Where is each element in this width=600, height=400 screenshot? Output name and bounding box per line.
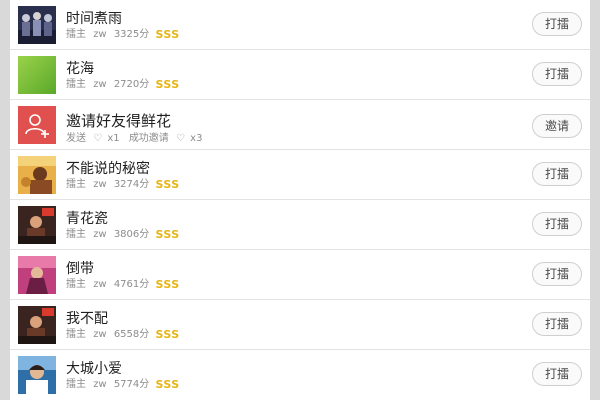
album-cover: [18, 206, 56, 244]
album-cover: [18, 356, 56, 394]
score: 3806分: [113, 229, 150, 240]
challenge-button[interactable]: 打擂: [532, 362, 582, 386]
invite-title: 邀请好友得鲜花: [66, 112, 172, 130]
challenge-button[interactable]: 打擂: [532, 12, 582, 36]
score: 4761分: [113, 279, 150, 290]
invite-button[interactable]: 邀请: [532, 114, 582, 138]
challenge-button[interactable]: 打擂: [532, 212, 582, 236]
score: 3274分: [113, 179, 150, 190]
list-item[interactable]: 花海 擂主 zw 2720分 SSS 打擂: [10, 50, 590, 100]
sent-label: 发送: [66, 133, 86, 144]
song-title: 时间煮雨: [66, 11, 122, 27]
owner-name: zw: [93, 79, 107, 90]
heart-icon: ♡: [176, 133, 185, 144]
invite-meta: 发送 ♡ x1 成功邀请 ♡ x3: [66, 133, 202, 146]
rank-badge: SSS: [155, 178, 180, 191]
invite-row[interactable]: 邀请好友得鲜花 发送 ♡ x1 成功邀请 ♡ x3 邀请: [10, 100, 590, 150]
rank-badge: SSS: [155, 78, 180, 91]
owner-name: zw: [93, 29, 107, 40]
invite-icon-tile: [18, 106, 56, 144]
owner-name: zw: [93, 329, 107, 340]
owner-label: 擂主: [66, 79, 86, 90]
owner-label: 擂主: [66, 379, 86, 390]
challenge-button[interactable]: 打擂: [532, 62, 582, 86]
song-meta: 擂主 zw 3274分 SSS: [66, 179, 180, 192]
sent-count: x1: [107, 133, 120, 144]
challenge-button[interactable]: 打擂: [532, 262, 582, 286]
rank-badge: SSS: [155, 278, 180, 291]
list-item[interactable]: 我不配 擂主 zw 6558分 SSS 打擂: [10, 300, 590, 350]
song-title: 我不配: [66, 311, 108, 327]
owner-name: zw: [93, 229, 107, 240]
owner-label: 擂主: [66, 179, 86, 190]
song-meta: 擂主 zw 6558分 SSS: [66, 329, 180, 342]
score: 3325分: [113, 29, 150, 40]
album-cover: [18, 156, 56, 194]
owner-label: 擂主: [66, 329, 86, 340]
rank-badge: SSS: [155, 228, 180, 241]
heart-icon: ♡: [93, 133, 103, 144]
owner-label: 擂主: [66, 229, 86, 240]
song-title: 大城小爱: [66, 361, 122, 377]
album-cover: [18, 6, 56, 44]
success-count: x3: [190, 133, 203, 144]
challenge-button[interactable]: 打擂: [532, 312, 582, 336]
list-item[interactable]: 青花瓷 擂主 zw 3806分 SSS 打擂: [10, 200, 590, 250]
owner-name: zw: [93, 279, 107, 290]
song-list: 时间煮雨 擂主 zw 3325分 SSS 打擂 花海 擂主 zw 2720分 S…: [10, 0, 590, 400]
list-item[interactable]: 不能说的秘密 擂主 zw 3274分 SSS 打擂: [10, 150, 590, 200]
rank-badge: SSS: [155, 28, 180, 41]
rank-badge: SSS: [155, 328, 180, 341]
owner-label: 擂主: [66, 279, 86, 290]
owner-label: 擂主: [66, 29, 86, 40]
list-item[interactable]: 倒带 擂主 zw 4761分 SSS 打擂: [10, 250, 590, 300]
album-cover: [18, 256, 56, 294]
song-title: 花海: [66, 61, 94, 77]
success-label: 成功邀请: [128, 133, 169, 144]
score: 5774分: [113, 379, 150, 390]
song-meta: 擂主 zw 3325分 SSS: [66, 29, 180, 42]
rank-badge: SSS: [155, 378, 180, 391]
album-cover: [18, 56, 56, 94]
score: 2720分: [113, 79, 150, 90]
album-cover: [18, 306, 56, 344]
song-meta: 擂主 zw 4761分 SSS: [66, 279, 180, 292]
song-title: 倒带: [66, 261, 94, 277]
song-meta: 擂主 zw 5774分 SSS: [66, 379, 180, 392]
list-item[interactable]: 时间煮雨 擂主 zw 3325分 SSS 打擂: [10, 0, 590, 50]
add-user-icon: [18, 106, 56, 144]
owner-name: zw: [93, 179, 107, 190]
challenge-button[interactable]: 打擂: [532, 162, 582, 186]
owner-name: zw: [93, 379, 107, 390]
song-title: 青花瓷: [66, 211, 108, 227]
list-item[interactable]: 大城小爱 擂主 zw 5774分 SSS 打擂: [10, 350, 590, 400]
song-meta: 擂主 zw 2720分 SSS: [66, 79, 180, 92]
score: 6558分: [113, 329, 150, 340]
song-title: 不能说的秘密: [66, 161, 150, 177]
song-meta: 擂主 zw 3806分 SSS: [66, 229, 180, 242]
